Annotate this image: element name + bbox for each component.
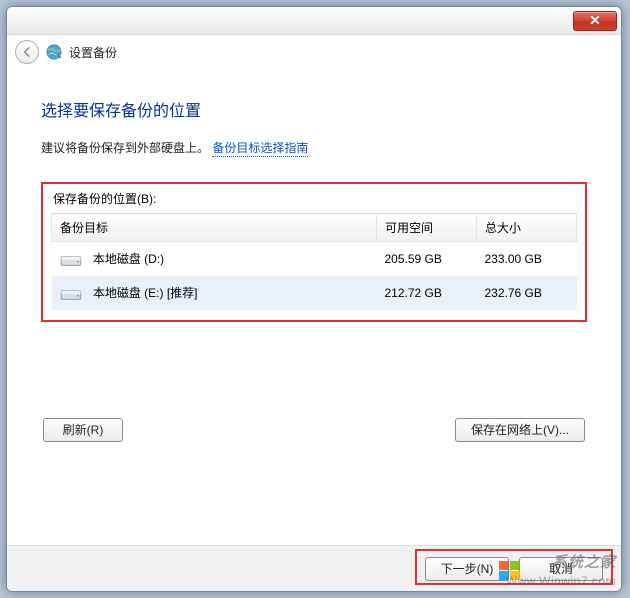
- next-button[interactable]: 下一步(N): [425, 557, 509, 581]
- recommendation-row: 建议将备份保存到外部硬盘上。 备份目标选择指南: [41, 139, 587, 156]
- cancel-button[interactable]: 取消: [519, 557, 603, 581]
- globe-icon: [45, 43, 63, 61]
- drive-free: 212.72 GB: [377, 276, 477, 310]
- recommendation-text: 建议将备份保存到外部硬盘上。: [41, 141, 209, 155]
- drive-free: 205.59 GB: [377, 242, 477, 276]
- drive-total: 233.00 GB: [477, 242, 577, 276]
- col-header-free[interactable]: 可用空间: [377, 214, 477, 242]
- titlebar: ✕: [7, 7, 621, 35]
- close-icon: ✕: [589, 12, 601, 29]
- mid-button-row: 刷新(R) 保存在网络上(V)...: [41, 418, 587, 442]
- drive-name: 本地磁盘 (E:) [推荐]: [93, 286, 198, 300]
- col-header-target[interactable]: 备份目标: [52, 214, 377, 242]
- back-button[interactable]: [15, 40, 39, 64]
- col-header-total[interactable]: 总大小: [477, 214, 577, 242]
- save-network-button[interactable]: 保存在网络上(V)...: [455, 418, 585, 442]
- navbar: 设置备份: [7, 35, 621, 69]
- drive-table: 备份目标 可用空间 总大小: [51, 213, 577, 310]
- drive-name: 本地磁盘 (D:): [93, 252, 164, 266]
- drive-icon: [60, 286, 82, 302]
- section-label: 保存备份的位置(B):: [53, 190, 577, 207]
- nav-title: 设置备份: [69, 44, 117, 61]
- drive-total: 232.76 GB: [477, 276, 577, 310]
- guide-link[interactable]: 备份目标选择指南: [212, 141, 308, 157]
- page-title: 选择要保存备份的位置: [41, 97, 587, 121]
- refresh-button[interactable]: 刷新(R): [43, 418, 123, 442]
- table-header-row: 备份目标 可用空间 总大小: [52, 214, 577, 242]
- drive-row[interactable]: 本地磁盘 (D:) 205.59 GB 233.00 GB: [52, 242, 577, 276]
- drive-icon: [60, 252, 82, 268]
- close-button[interactable]: ✕: [573, 11, 617, 31]
- drive-row[interactable]: 本地磁盘 (E:) [推荐] 212.72 GB 232.76 GB: [52, 276, 577, 310]
- location-selection-box: 保存备份的位置(B): 备份目标 可用空间 总大小: [41, 182, 587, 322]
- back-arrow-icon: [20, 45, 34, 59]
- content-area: 选择要保存备份的位置 建议将备份保存到外部硬盘上。 备份目标选择指南 保存备份的…: [7, 69, 621, 442]
- footer: 下一步(N) 取消: [7, 545, 621, 591]
- backup-setup-window: ✕ 设置备份 选择要保存备份的位置 建议将备份保存到外部硬盘上。 备份目标选择指…: [6, 6, 622, 592]
